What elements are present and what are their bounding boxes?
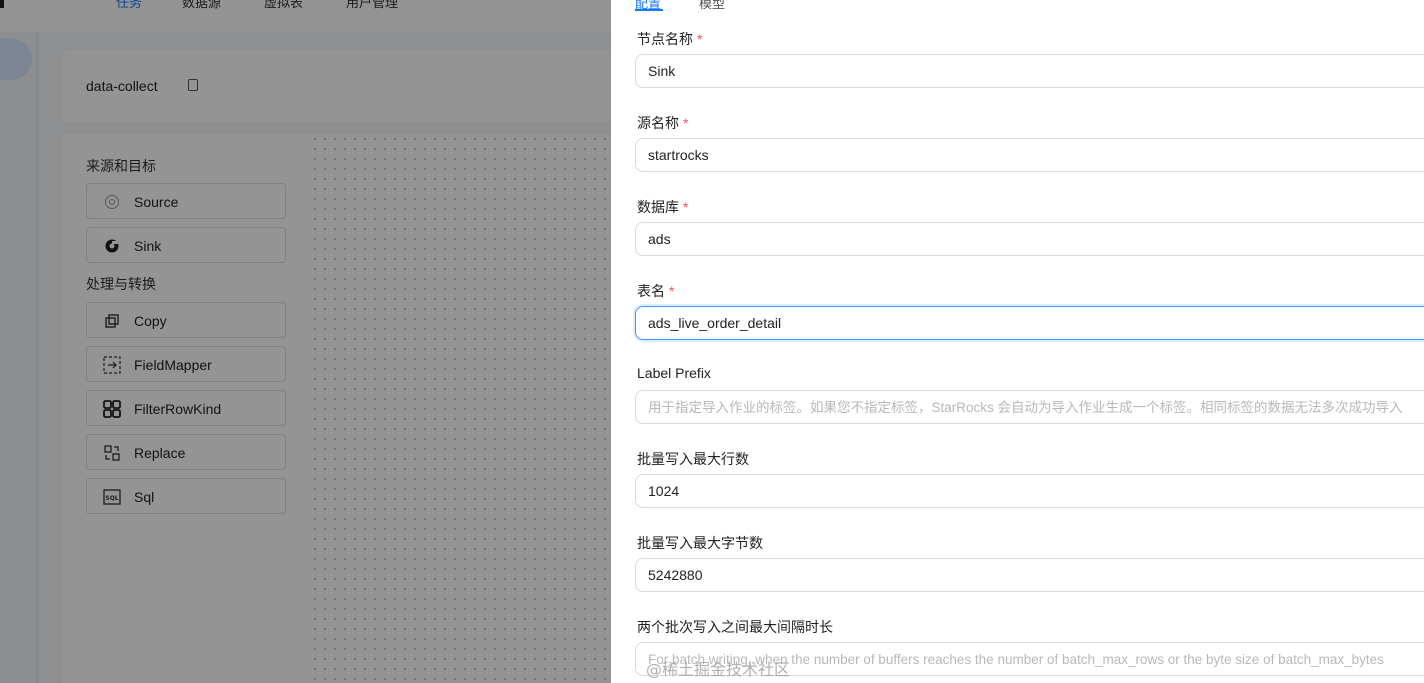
field-label-source-name: 源名称 *	[637, 115, 689, 131]
database-input[interactable]	[635, 222, 1424, 256]
field-label-batch-interval: 两个批次写入之间最大间隔时长	[637, 619, 833, 635]
batch-max-bytes-input[interactable]	[635, 558, 1424, 592]
drawer-mask[interactable]	[0, 0, 611, 683]
field-label-batch-max-bytes: 批量写入最大字节数	[637, 535, 763, 551]
batch-max-rows-input[interactable]	[635, 474, 1424, 508]
field-label-table-name: 表名 *	[637, 283, 675, 299]
node-name-input[interactable]	[635, 54, 1424, 88]
watermark: @稀土掘金技术社区	[646, 660, 791, 679]
source-name-input[interactable]	[635, 138, 1424, 172]
field-label-node-name: 节点名称 *	[637, 31, 703, 47]
table-name-input[interactable]	[635, 306, 1424, 340]
node-config-drawer: 配置 模型 节点名称* 源名称* 数据库* 表名* Label Prefix 批…	[611, 0, 1424, 683]
active-tab-indicator	[635, 9, 663, 11]
field-label-label-prefix: Label Prefix	[637, 365, 711, 381]
field-label-database: 数据库 *	[637, 199, 689, 215]
tab-model[interactable]: 模型	[699, 0, 725, 12]
label-prefix-input[interactable]	[635, 390, 1424, 424]
field-label-batch-max-rows: 批量写入最大行数	[637, 451, 749, 467]
